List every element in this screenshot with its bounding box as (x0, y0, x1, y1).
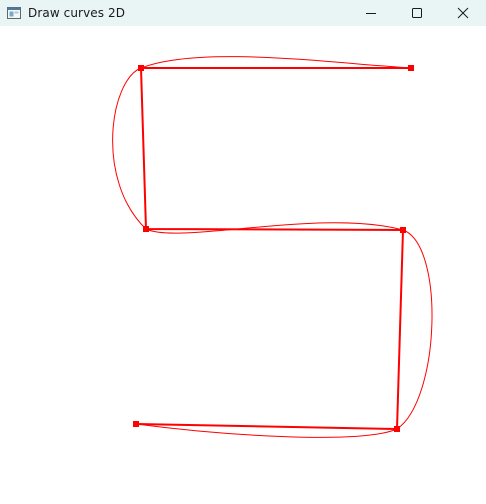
control-point[interactable] (138, 65, 144, 71)
application-window: Draw curves 2D (0, 0, 486, 504)
drawing-canvas[interactable] (0, 26, 486, 504)
control-point[interactable] (143, 226, 149, 232)
minimize-icon (365, 4, 377, 23)
maximize-button[interactable] (394, 0, 440, 26)
window-title: Draw curves 2D (28, 6, 126, 20)
close-icon (457, 4, 469, 23)
app-window-icon (6, 6, 22, 20)
control-point[interactable] (408, 65, 414, 71)
title-bar[interactable]: Draw curves 2D (0, 0, 486, 26)
interpolated-curve (112, 56, 433, 438)
maximize-icon (411, 4, 423, 23)
control-polyline (135, 67, 411, 431)
close-button[interactable] (440, 0, 486, 26)
minimize-button[interactable] (348, 0, 394, 26)
drawing-surface[interactable] (0, 26, 486, 504)
control-point[interactable] (133, 421, 139, 427)
control-point[interactable] (400, 227, 406, 233)
control-point[interactable] (394, 426, 400, 432)
window-controls (348, 0, 486, 26)
